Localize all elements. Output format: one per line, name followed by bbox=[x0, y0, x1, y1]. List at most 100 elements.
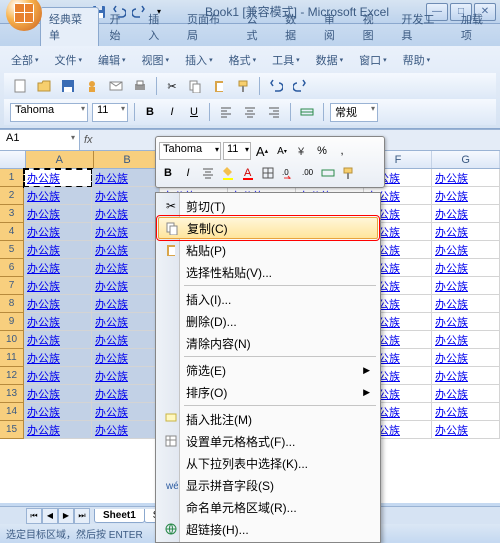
cell[interactable]: 办公族 bbox=[432, 259, 500, 277]
col-header-g[interactable]: G bbox=[432, 151, 500, 168]
menu-hyperlink[interactable]: 超链接(H)... bbox=[158, 518, 378, 540]
cell[interactable]: 办公族 bbox=[24, 187, 92, 205]
col-header-b[interactable]: B bbox=[94, 151, 162, 168]
mini-percent-icon[interactable]: % bbox=[313, 142, 331, 160]
new-icon[interactable] bbox=[10, 76, 30, 96]
menu-insert[interactable]: 插入▾ bbox=[178, 49, 220, 71]
mini-format-painter-icon[interactable] bbox=[339, 164, 357, 182]
font-select[interactable]: Tahoma bbox=[10, 103, 88, 122]
cell[interactable]: 办公族 bbox=[24, 421, 92, 439]
cell[interactable]: 办公族 bbox=[92, 331, 160, 349]
mini-currency-icon[interactable]: ¥ bbox=[293, 142, 311, 160]
cell[interactable]: 办公族 bbox=[92, 385, 160, 403]
cell[interactable]: 办公族 bbox=[92, 169, 160, 187]
menu-paste-special[interactable]: 选择性粘贴(V)... bbox=[158, 261, 378, 283]
row-header[interactable]: 12 bbox=[0, 367, 24, 385]
tab-formulas[interactable]: 公式 bbox=[238, 8, 275, 46]
mini-fill-color-icon[interactable] bbox=[219, 164, 237, 182]
cell[interactable]: 办公族 bbox=[24, 385, 92, 403]
sheet-tab-1[interactable]: Sheet1 bbox=[94, 509, 145, 523]
menu-filter[interactable]: 筛选(E)▶ bbox=[158, 359, 378, 381]
cell[interactable]: 办公族 bbox=[92, 403, 160, 421]
row-header[interactable]: 1 bbox=[0, 169, 24, 187]
cell[interactable]: 办公族 bbox=[432, 169, 500, 187]
cell[interactable]: 办公族 bbox=[432, 295, 500, 313]
open-icon[interactable] bbox=[34, 76, 54, 96]
name-box[interactable]: A1 bbox=[0, 130, 80, 150]
tab-insert[interactable]: 插入 bbox=[140, 8, 177, 46]
cell[interactable]: 办公族 bbox=[92, 241, 160, 259]
cell[interactable]: 办公族 bbox=[24, 349, 92, 367]
cell[interactable]: 办公族 bbox=[432, 277, 500, 295]
row-header[interactable]: 14 bbox=[0, 403, 24, 421]
menu-sort[interactable]: 排序(O)▶ bbox=[158, 381, 378, 403]
cell[interactable]: 办公族 bbox=[432, 349, 500, 367]
align-right-icon[interactable] bbox=[264, 102, 284, 122]
menu-show-phonetic[interactable]: wén显示拼音字段(S) bbox=[158, 474, 378, 496]
row-header[interactable]: 6 bbox=[0, 259, 24, 277]
fx-icon[interactable]: fx bbox=[84, 134, 93, 146]
menu-insert-comment[interactable]: 插入批注(M) bbox=[158, 408, 378, 430]
cell[interactable]: 办公族 bbox=[432, 241, 500, 259]
menu-copy[interactable]: 复制(C) bbox=[158, 217, 378, 239]
mini-align-center-icon[interactable] bbox=[199, 164, 217, 182]
font-size-select[interactable]: 11 bbox=[92, 103, 128, 122]
format-painter-icon[interactable] bbox=[233, 76, 253, 96]
italic-button[interactable]: I bbox=[163, 102, 181, 122]
menu-insert[interactable]: 插入(I)... bbox=[158, 288, 378, 310]
cell[interactable]: 办公族 bbox=[432, 421, 500, 439]
cell[interactable]: 办公族 bbox=[24, 367, 92, 385]
cell[interactable]: 办公族 bbox=[92, 277, 160, 295]
mini-font-color-icon[interactable]: A bbox=[239, 164, 257, 182]
tab-classic-menu[interactable]: 经典菜单 bbox=[40, 7, 99, 46]
cell[interactable]: 办公族 bbox=[92, 205, 160, 223]
menu-tools[interactable]: 工具▾ bbox=[265, 49, 307, 71]
sheet-nav-first[interactable]: ⏮ bbox=[26, 508, 42, 524]
cell[interactable]: 办公族 bbox=[24, 331, 92, 349]
row-header[interactable]: 2 bbox=[0, 187, 24, 205]
row-header[interactable]: 15 bbox=[0, 421, 24, 439]
sheet-nav-next[interactable]: ▶ bbox=[58, 508, 74, 524]
print-icon[interactable] bbox=[130, 76, 150, 96]
cell[interactable]: 办公族 bbox=[92, 295, 160, 313]
cell[interactable]: 办公族 bbox=[92, 313, 160, 331]
menu-file[interactable]: 文件▾ bbox=[48, 49, 90, 71]
menu-paste[interactable]: 粘贴(P) bbox=[158, 239, 378, 261]
align-left-icon[interactable] bbox=[216, 102, 236, 122]
mini-size-select[interactable]: 11 bbox=[223, 142, 251, 160]
col-header-a[interactable]: A bbox=[26, 151, 94, 168]
undo-icon[interactable] bbox=[266, 76, 286, 96]
tab-developer[interactable]: 开发工具 bbox=[393, 8, 450, 46]
row-header[interactable]: 5 bbox=[0, 241, 24, 259]
mini-bold-button[interactable]: B bbox=[159, 164, 177, 182]
cell[interactable]: 办公族 bbox=[92, 187, 160, 205]
menu-clear[interactable]: 清除内容(N) bbox=[158, 332, 378, 354]
cell[interactable]: 办公族 bbox=[92, 349, 160, 367]
cell[interactable]: 办公族 bbox=[92, 421, 160, 439]
menu-help[interactable]: 帮助▾ bbox=[396, 49, 438, 71]
mini-decrease-decimal-icon[interactable]: .0 bbox=[279, 164, 297, 182]
row-header[interactable]: 9 bbox=[0, 313, 24, 331]
permission-icon[interactable] bbox=[82, 76, 102, 96]
number-format-select[interactable]: 常规 bbox=[330, 103, 378, 122]
copy-icon[interactable] bbox=[185, 76, 205, 96]
menu-window[interactable]: 窗口▾ bbox=[352, 49, 394, 71]
row-header[interactable]: 10 bbox=[0, 331, 24, 349]
menu-view[interactable]: 视图▾ bbox=[135, 49, 177, 71]
menu-cut[interactable]: ✂剪切(T) bbox=[158, 195, 378, 217]
row-header[interactable]: 8 bbox=[0, 295, 24, 313]
sheet-nav-prev[interactable]: ◀ bbox=[42, 508, 58, 524]
cell[interactable]: 办公族 bbox=[92, 223, 160, 241]
mini-font-select[interactable]: Tahoma bbox=[159, 142, 221, 160]
menu-name-range[interactable]: 命名单元格区域(R)... bbox=[158, 496, 378, 518]
bold-button[interactable]: B bbox=[141, 102, 159, 122]
align-center-icon[interactable] bbox=[240, 102, 260, 122]
mini-comma-icon[interactable]: , bbox=[333, 142, 351, 160]
row-header[interactable]: 13 bbox=[0, 385, 24, 403]
tab-view[interactable]: 视图 bbox=[355, 8, 392, 46]
redo-icon[interactable] bbox=[290, 76, 310, 96]
tab-data[interactable]: 数据 bbox=[277, 8, 314, 46]
cell[interactable]: 办公族 bbox=[24, 241, 92, 259]
cell[interactable]: 办公族 bbox=[92, 367, 160, 385]
cell[interactable]: 办公族 bbox=[24, 295, 92, 313]
